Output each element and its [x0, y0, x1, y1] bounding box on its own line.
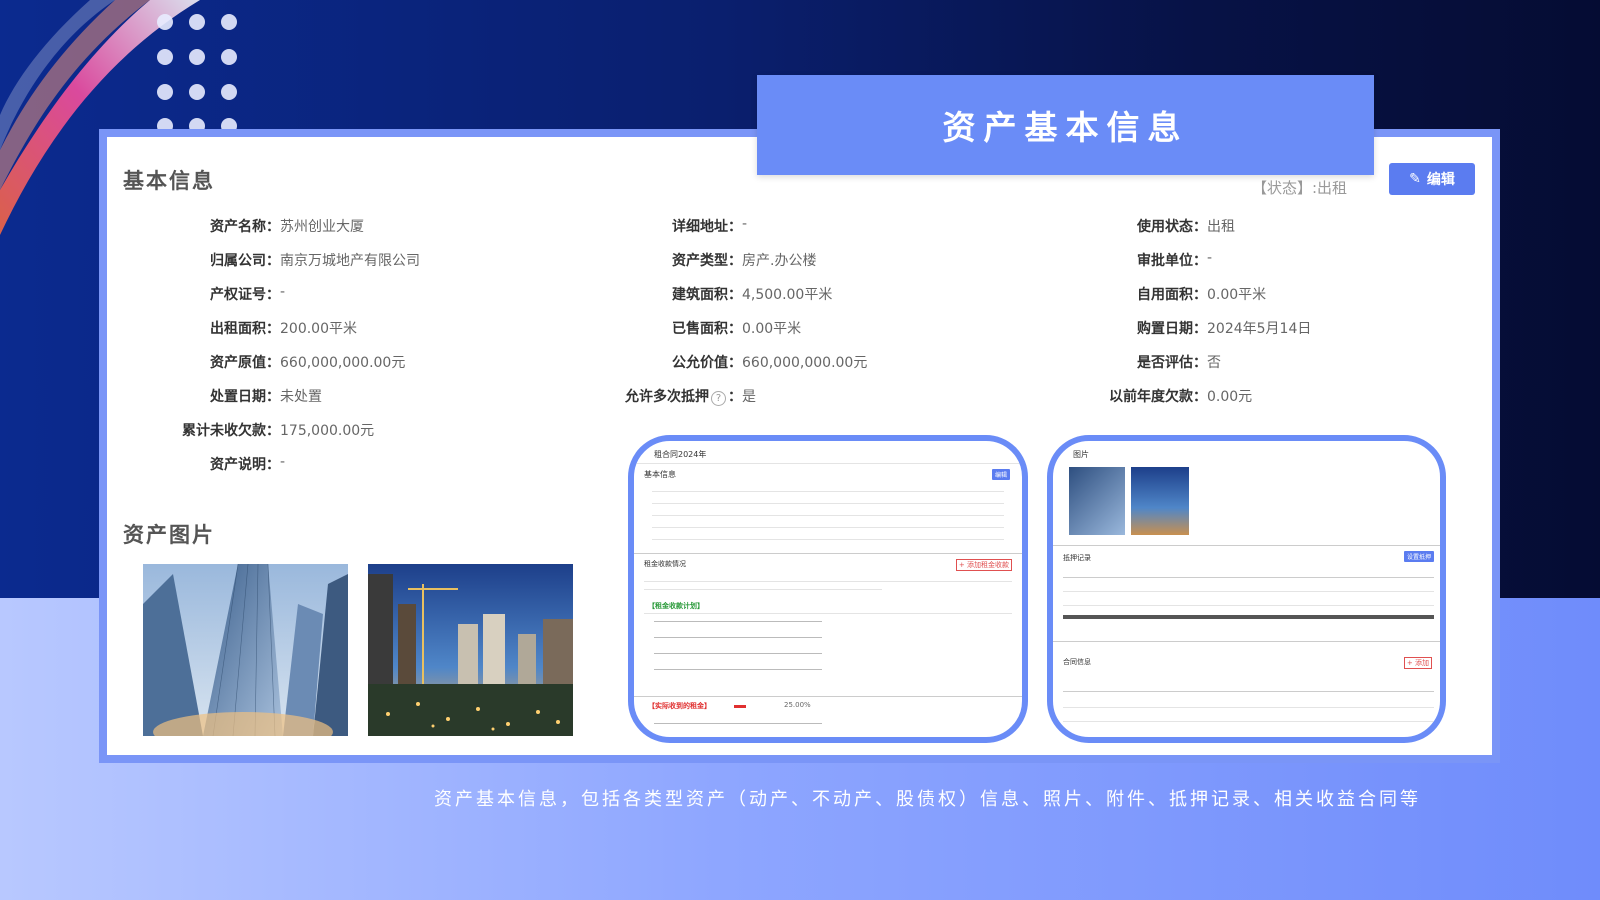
contract-thumbnail[interactable]: 租合同2024年 基本信息 编辑 租金收款情况 + 添加租金收款 【租金收款计划… — [628, 435, 1028, 743]
field-address: 详细地址： - — [672, 216, 748, 235]
mini-photo-1 — [1069, 467, 1125, 535]
title-banner: 资产基本信息 — [757, 75, 1374, 175]
field-purchase-date: 购置日期： 2024年5月14日 — [1137, 321, 1312, 337]
status-text: 【状态】:出租 — [1252, 179, 1348, 197]
asset-photo-1[interactable] — [143, 564, 348, 736]
field-evaluated: 是否评估：否 — [1137, 355, 1221, 371]
field-multi-mortgage: 允许多次抵押?：是 — [625, 389, 756, 406]
decorative-dots — [155, 10, 245, 135]
field-use-status: 使用状态： 出租 — [1137, 219, 1235, 235]
asset-photos-title: 资产图片 — [123, 523, 215, 547]
mortgage-thumbnail[interactable]: 图片 抵押记录 设置抵押 合同信息 + 添加 — [1047, 435, 1446, 743]
field-sold-area: 已售面积： 0.00平米 — [672, 321, 802, 337]
field-self-use-area: 自用面积： 0.00平米 — [1137, 287, 1267, 303]
field-property-cert: 产权证号： - — [210, 284, 286, 303]
banner-title: 资产基本信息 — [942, 108, 1189, 147]
edit-button-label: 编辑 — [1426, 172, 1455, 188]
field-accum-arrears: 累计未收欠款： 175,000.00元 — [182, 423, 375, 439]
field-original-value: 资产原值： 660,000,000.00元 — [210, 355, 406, 371]
field-asset-desc: 资产说明： - — [210, 454, 286, 473]
field-asset-type: 资产类型： 房产.办公楼 — [672, 253, 817, 269]
edit-button[interactable]: ✎ 编辑 — [1389, 163, 1475, 195]
asset-photo-2[interactable] — [368, 564, 573, 736]
field-prior-arrears: 以前年度欠款： 0.00元 — [1109, 389, 1253, 405]
field-rent-area: 出租面积： 200.00平米 — [210, 321, 357, 337]
progress-bar — [734, 705, 746, 708]
field-asset-name: 资产名称： 苏州创业大厦 — [210, 219, 364, 235]
field-approval-unit: 审批单位： - — [1137, 250, 1213, 269]
pencil-icon: ✎ — [1409, 171, 1421, 187]
caption-text: 资产基本信息，包括各类型资产（动产、不动产、股债权）信息、照片、附件、抵押记录、… — [434, 789, 1421, 810]
basic-info-title: 基本信息 — [123, 169, 215, 193]
mini-scrollbar — [1063, 615, 1434, 619]
field-building-area: 建筑面积： 4,500.00平米 — [672, 287, 833, 303]
field-company: 归属公司： 南京万城地产有限公司 — [210, 253, 420, 269]
field-dispose-date: 处置日期： 未处置 — [210, 389, 322, 405]
mini-photo-2 — [1131, 467, 1189, 535]
help-icon[interactable]: ? — [711, 391, 726, 406]
field-fair-value: 公允价值： 660,000,000.00元 — [672, 355, 868, 371]
